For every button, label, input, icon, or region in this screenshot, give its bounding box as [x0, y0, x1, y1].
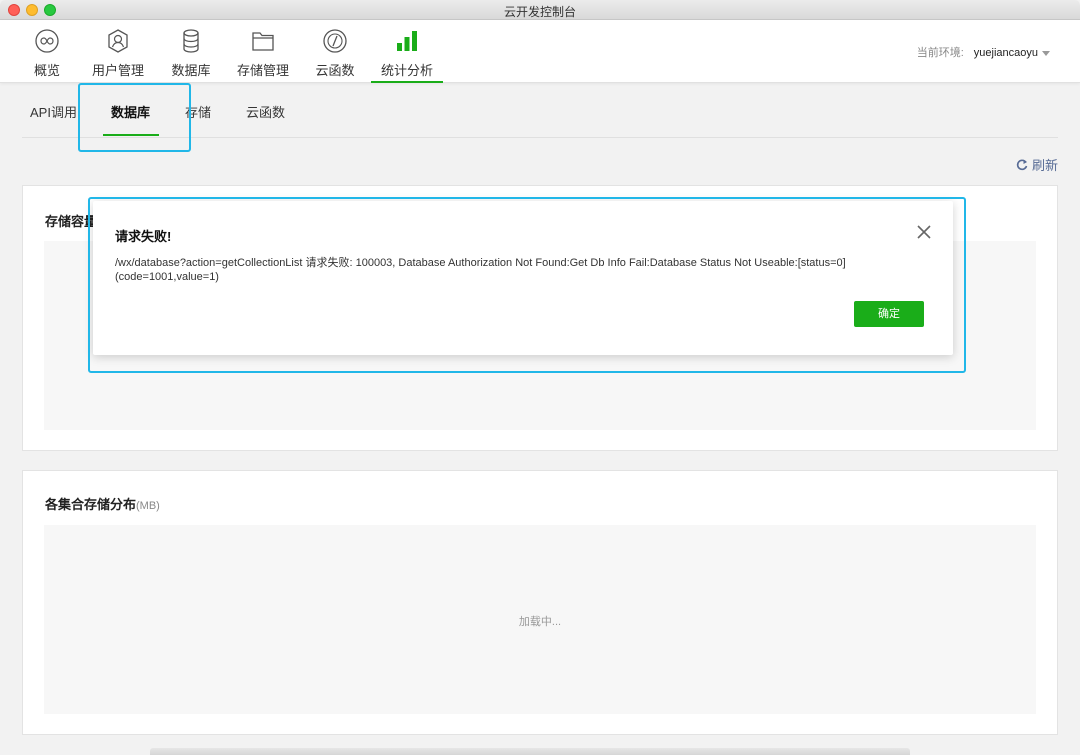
chart-area: 加载中...: [44, 525, 1036, 714]
window-titlebar: 云开发控制台: [0, 0, 1080, 20]
refresh-icon: [1016, 159, 1028, 171]
nav-label: 统计分析: [380, 63, 433, 78]
user-icon: [108, 29, 128, 53]
nav-users[interactable]: 用户管理: [88, 20, 148, 83]
nav-overview[interactable]: 概览: [22, 20, 72, 83]
nav-storage[interactable]: 存储管理: [232, 20, 294, 83]
window-bottom-edge: [150, 748, 910, 755]
infinity-icon: [35, 29, 59, 53]
collection-storage-card: 各集合存储分布(MB) 加载中...: [22, 470, 1058, 735]
nav-label: 概览: [33, 63, 60, 78]
nav-label: 数据库: [171, 63, 211, 78]
nav-analytics[interactable]: 统计分析: [371, 20, 443, 83]
database-icon: [183, 29, 199, 53]
highlight-box-dialog: [88, 197, 966, 373]
code-icon: [323, 29, 347, 53]
card-title-text: 各集合存储分布: [45, 497, 137, 512]
nav-label: 存储管理: [236, 63, 289, 78]
chevron-down-icon: [1042, 50, 1050, 56]
refresh-label: 刷新: [1031, 158, 1058, 173]
window-title: 云开发控制台: [503, 5, 576, 19]
nav-database[interactable]: 数据库: [167, 20, 215, 83]
highlight-box-subtab: [78, 83, 191, 152]
loading-text: 加载中...: [518, 616, 562, 628]
subtab-api[interactable]: API调用: [30, 102, 77, 121]
nav-cloud-functions[interactable]: 云函数: [311, 20, 359, 83]
card-title-unit: (MB): [136, 500, 160, 512]
nav-label: 云函数: [315, 63, 355, 78]
refresh-button[interactable]: 刷新: [1016, 155, 1058, 174]
environment-selector[interactable]: 当前环境: yuejiancaoyu: [917, 44, 1050, 60]
folder-icon: [252, 32, 274, 51]
env-value: yuejiancaoyu: [973, 47, 1038, 59]
top-toolbar: 概览 用户管理 数据库 存储管理 云函数 统计分析 当前环境: yuejianc…: [0, 20, 1080, 83]
env-label: 当前环境:: [916, 47, 964, 59]
card-title: 各集合存储分布(MB): [45, 494, 160, 513]
subtab-cloud-functions[interactable]: 云函数: [246, 102, 285, 121]
nav-label: 用户管理: [91, 63, 144, 78]
bar-chart-icon: [397, 31, 417, 51]
